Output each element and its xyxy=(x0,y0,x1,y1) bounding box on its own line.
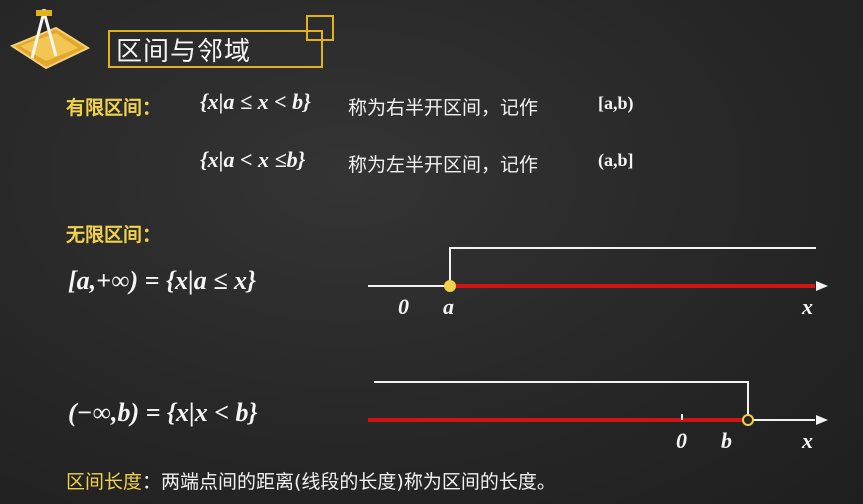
finite-row2-desc: 称为左半开区间，记作 xyxy=(348,154,539,176)
line1-axis-label: x xyxy=(802,294,813,319)
page-title: 区间与邻域 xyxy=(116,37,252,67)
interval-length-label: 区间长度 xyxy=(66,471,143,493)
infinite-eq2: (−∞,b) = {x|x < b} xyxy=(68,398,258,427)
line1-zero-label: 0 xyxy=(398,294,409,319)
line2-point-label: b xyxy=(721,428,732,453)
finite-interval-label: 有限区间： xyxy=(66,97,162,119)
finite-row1-notation: [a,b) xyxy=(598,93,634,113)
open-endpoint-b xyxy=(742,414,754,426)
infinite-eq1: [a,+∞) = {x|a ≤ x} xyxy=(68,266,257,295)
line1-point-label: a xyxy=(443,294,454,319)
interval-length-line: 区间长度：两端点间的距离(线段的长度)称为区间的长度。 xyxy=(66,467,556,494)
interval-length-text: ：两端点间的距离(线段的长度)称为区间的长度。 xyxy=(142,471,556,493)
axis-arrow-icon xyxy=(816,281,828,291)
interval-bracket xyxy=(449,247,816,286)
closed-endpoint-a xyxy=(444,280,456,292)
infinite-interval-label: 无限区间： xyxy=(66,224,162,246)
line2-zero-label: 0 xyxy=(676,428,687,453)
compass-ruler-logo-icon xyxy=(9,9,91,70)
number-line-1 xyxy=(368,247,828,292)
finite-row1-set: {x|a ≤ x < b} xyxy=(200,89,311,114)
number-line-2 xyxy=(368,381,828,426)
finite-row2-notation: (a,b] xyxy=(598,150,634,170)
axis-arrow-icon xyxy=(816,415,828,425)
line2-axis-label: x xyxy=(802,428,813,453)
finite-row2-set: {x|a < x ≤b} xyxy=(200,147,306,172)
interval-bracket xyxy=(374,381,749,420)
finite-row1-desc: 称为右半开区间，记作 xyxy=(348,97,539,119)
